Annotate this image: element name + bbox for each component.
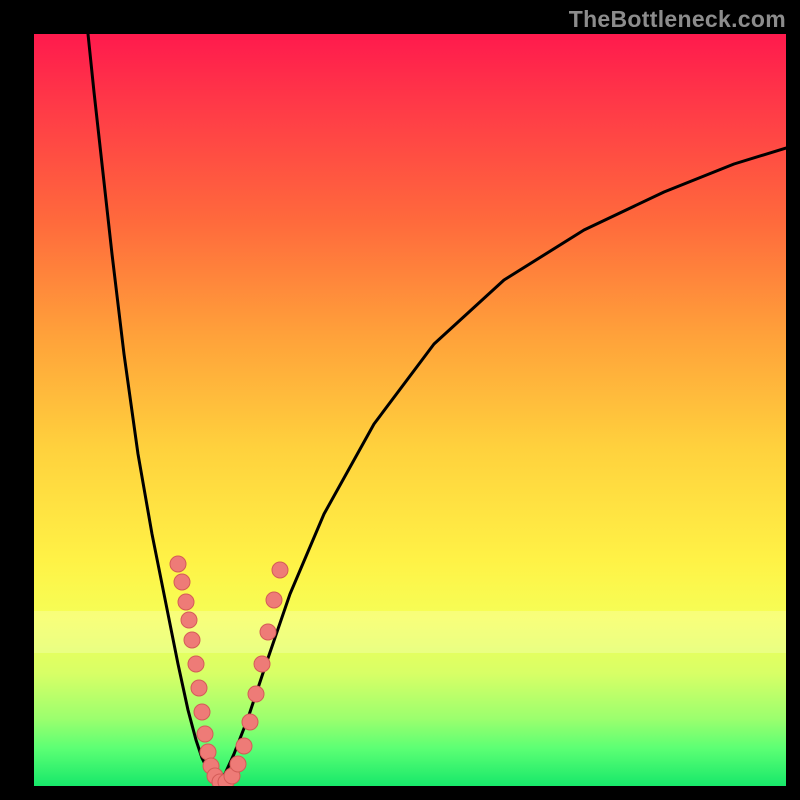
curve-right-branch	[216, 148, 786, 784]
plot-area	[34, 34, 786, 786]
watermark-text: TheBottleneck.com	[569, 6, 786, 33]
curve-markers	[170, 556, 288, 786]
outer-frame: TheBottleneck.com	[0, 0, 800, 800]
chart-svg	[34, 34, 786, 786]
